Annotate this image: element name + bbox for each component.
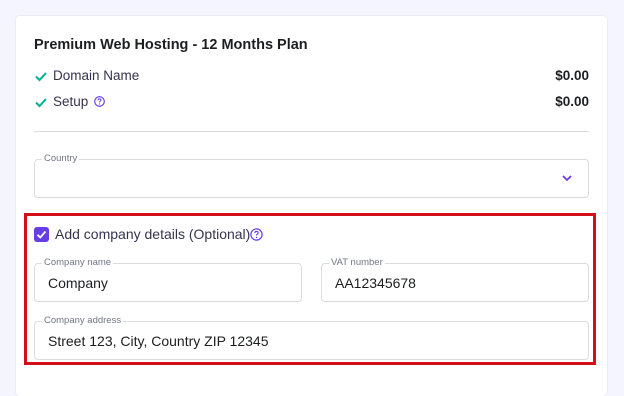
company-name-field[interactable]: Company name Company <box>34 257 302 302</box>
country-select[interactable]: Country <box>34 153 589 198</box>
vat-number-field[interactable]: VAT number AA12345678 <box>321 257 589 302</box>
setup-label-text: Setup <box>53 94 89 109</box>
line-item-price: $0.00 <box>555 68 589 83</box>
plan-title: Premium Web Hosting - 12 Months Plan <box>34 37 308 53</box>
company-address-value[interactable]: Street 123, City, Country ZIP 12345 <box>48 333 269 349</box>
line-item-price: $0.00 <box>555 94 589 109</box>
divider <box>34 131 589 132</box>
check-icon <box>35 98 47 108</box>
line-item-setup: Setup $0.00 <box>34 94 589 112</box>
company-details-checkbox[interactable] <box>34 227 49 242</box>
line-item-domain: Domain Name $0.00 <box>34 68 589 86</box>
vat-number-label: VAT number <box>329 257 385 269</box>
country-label: Country <box>42 153 80 165</box>
company-name-value[interactable]: Company <box>48 275 108 291</box>
company-details-label[interactable]: Add company details (Optional) <box>55 226 250 242</box>
chevron-down-icon[interactable] <box>561 173 573 183</box>
line-item-label: Setup <box>53 94 106 109</box>
company-address-label: Company address <box>42 315 124 327</box>
line-item-label: Domain Name <box>53 68 140 83</box>
company-name-label: Company name <box>42 257 114 269</box>
vat-number-value[interactable]: AA12345678 <box>335 275 416 291</box>
question-circle-icon[interactable] <box>250 228 263 241</box>
question-circle-icon[interactable] <box>94 96 106 107</box>
checkmark-icon <box>36 230 47 239</box>
check-icon <box>35 72 47 82</box>
company-address-field[interactable]: Company address Street 123, City, Countr… <box>34 315 589 360</box>
